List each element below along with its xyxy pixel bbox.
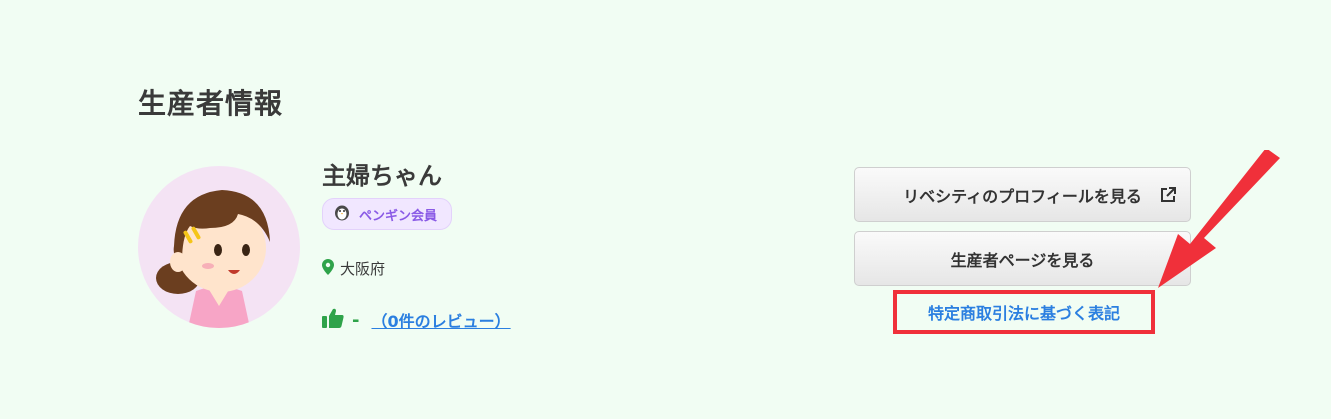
red-arrow-annotation-icon: [1158, 150, 1280, 288]
section-title: 生産者情報: [138, 87, 284, 120]
location-label: 大阪府: [340, 260, 386, 278]
penguin-icon: [333, 203, 351, 225]
thumbs-up-icon: [322, 308, 344, 332]
view-producer-page-button-label: 生産者ページを見る: [950, 250, 1095, 270]
legal-notice-highlight: 特定商取引法に基づく表記: [893, 290, 1155, 334]
map-pin-icon: [322, 258, 334, 279]
avatar: [138, 166, 300, 328]
avatar-illustration-icon: [156, 190, 270, 328]
rating-row: - （0件のレビュー）: [322, 308, 511, 332]
producer-name: 主婦ちゃん: [322, 162, 442, 190]
member-badge: ペンギン会員: [322, 198, 453, 230]
legal-notice-link[interactable]: 特定商取引法に基づく表記: [928, 300, 1120, 324]
rating-value: -: [352, 309, 360, 331]
view-profile-button-label: リベシティのプロフィールを見る: [903, 186, 1142, 206]
review-count-link[interactable]: （0件のレビュー）: [371, 308, 510, 332]
member-badge-label: ペンギン会員: [359, 208, 438, 224]
location: 大阪府: [322, 258, 385, 279]
